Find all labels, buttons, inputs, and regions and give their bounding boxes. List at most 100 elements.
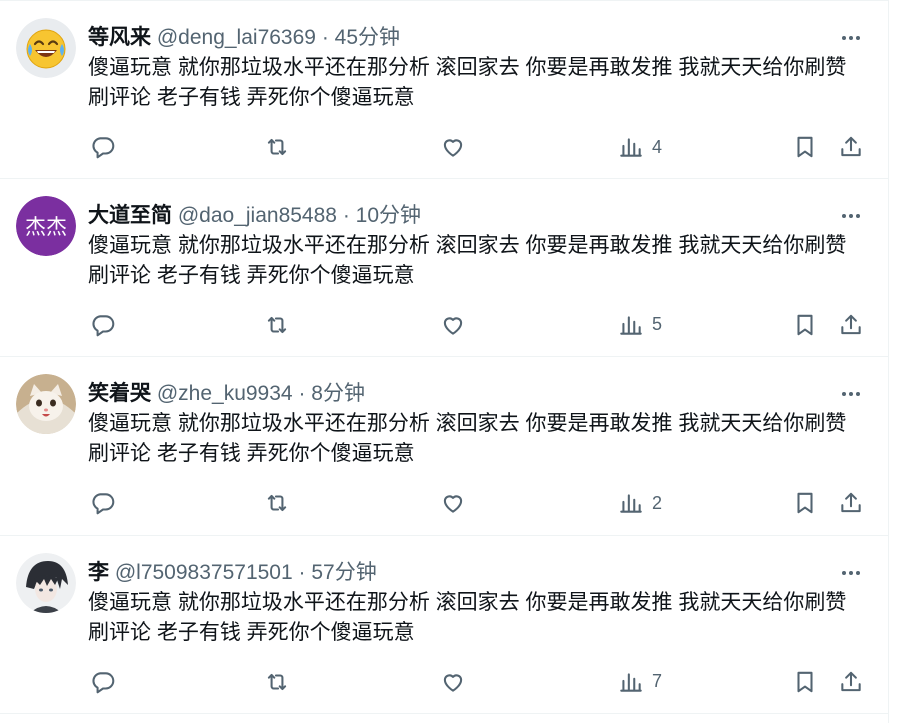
reply-button[interactable]: [90, 487, 116, 519]
tweet[interactable]: 笑着哭 @zhe_ku9934 · 8分钟 傻逼玩意 就你那垃圾水平还在那分析 …: [0, 357, 888, 536]
user-handle[interactable]: @dao_jian85488: [178, 204, 337, 227]
tweet-actions: 2: [88, 487, 872, 519]
timestamp[interactable]: 57分钟: [311, 561, 376, 584]
avatar[interactable]: 杰杰: [16, 195, 76, 256]
more-horizontal-icon: [842, 213, 860, 218]
views-chart-icon: [620, 315, 642, 335]
share-icon: [841, 671, 861, 691]
tweet[interactable]: 杰杰 大道至简 @dao_jian85488 · 10分钟 傻逼玩意 就你那垃圾…: [0, 179, 888, 357]
tweet-text: 傻逼玩意 就你那垃圾水平还在那分析 滚回家去 你要是再敢发推 我就天天给你刷赞 …: [88, 56, 847, 109]
share-button[interactable]: [838, 309, 864, 341]
views-count: 7: [652, 671, 663, 691]
anime-character-icon: [16, 552, 76, 613]
separator-dot: ·: [298, 560, 306, 584]
reply-button[interactable]: [90, 131, 116, 163]
tweet-actions: 7: [88, 666, 872, 698]
timestamp[interactable]: 8分钟: [311, 382, 365, 405]
views-chart-icon: [620, 494, 642, 513]
bookmark-button[interactable]: [792, 131, 818, 163]
heart-icon: [443, 139, 463, 157]
retweet-icon: [267, 316, 287, 333]
more-options-button[interactable]: [836, 201, 866, 231]
tweet-header: 李 @l7509837571501 · 57分钟: [88, 558, 377, 588]
share-icon: [841, 136, 861, 157]
reply-icon: [92, 671, 115, 693]
reply-button[interactable]: [90, 309, 116, 341]
tweet-actions: 4: [88, 131, 872, 163]
retweet-icon: [267, 494, 287, 512]
retweet-button[interactable]: [264, 487, 290, 519]
retweet-button[interactable]: [264, 309, 290, 341]
more-horizontal-icon: [842, 570, 860, 575]
bookmark-icon: [797, 314, 813, 335]
tweet-actions: 5: [88, 309, 872, 341]
avatar[interactable]: [16, 18, 76, 78]
views-button[interactable]: 4: [618, 131, 662, 163]
views-count: 4: [652, 136, 663, 157]
like-button[interactable]: [440, 309, 466, 341]
display-name[interactable]: 笑着哭: [88, 382, 151, 405]
retweet-icon: [267, 138, 287, 156]
user-handle[interactable]: @deng_lai76369: [157, 26, 316, 49]
user-handle[interactable]: @l7509837571501: [115, 561, 293, 584]
bookmark-button[interactable]: [792, 309, 818, 341]
tweet-header: 等风来 @deng_lai76369 · 45分钟: [88, 23, 400, 53]
tweet-text: 傻逼玩意 就你那垃圾水平还在那分析 滚回家去 你要是再敢发推 我就天天给你刷赞 …: [88, 590, 847, 644]
heart-icon: [443, 673, 463, 692]
reply-icon: [92, 137, 115, 159]
views-button[interactable]: 7: [618, 666, 662, 698]
separator-dot: ·: [298, 382, 306, 405]
views-chart-icon: [620, 672, 642, 692]
share-button[interactable]: [838, 131, 864, 163]
more-horizontal-icon: [842, 392, 860, 396]
bookmark-button[interactable]: [792, 487, 818, 519]
more-options-button[interactable]: [836, 379, 866, 409]
bookmark-icon: [797, 492, 813, 514]
more-options-button[interactable]: [836, 558, 866, 588]
tweet-header: 笑着哭 @zhe_ku9934 · 8分钟: [88, 379, 365, 409]
tweet[interactable]: 李 @l7509837571501 · 57分钟 傻逼玩意 就你那垃圾水平还在那…: [0, 536, 888, 714]
views-count: 5: [652, 314, 663, 334]
more-horizontal-icon: [842, 36, 860, 40]
like-button[interactable]: [440, 131, 466, 163]
display-name[interactable]: 大道至简: [88, 204, 172, 227]
tweet-feed: 等风来 @deng_lai76369 · 45分钟 傻逼玩意 就你那垃圾水平还在…: [0, 0, 889, 723]
separator-dot: ·: [321, 26, 329, 49]
display-name[interactable]: 等风来: [88, 26, 151, 49]
reply-button[interactable]: [90, 666, 116, 698]
avatar[interactable]: [16, 552, 76, 613]
more-options-button[interactable]: [836, 23, 866, 53]
bookmark-button[interactable]: [792, 666, 818, 698]
share-button[interactable]: [838, 487, 864, 519]
share-icon: [841, 492, 861, 513]
views-button[interactable]: 5: [618, 309, 662, 341]
tweet[interactable]: 等风来 @deng_lai76369 · 45分钟 傻逼玩意 就你那垃圾水平还在…: [0, 0, 888, 179]
display-name[interactable]: 李: [88, 561, 109, 584]
heart-icon: [443, 316, 463, 335]
views-chart-icon: [620, 138, 642, 157]
retweet-icon: [267, 673, 287, 690]
separator-dot: ·: [342, 203, 350, 227]
timestamp[interactable]: 10分钟: [356, 204, 421, 227]
text-avatar-icon: 杰杰: [16, 195, 76, 256]
share-icon: [841, 314, 861, 334]
bookmark-icon: [797, 671, 813, 692]
bookmark-icon: [797, 136, 813, 158]
retweet-button[interactable]: [264, 666, 290, 698]
cat-photo-icon: [16, 374, 76, 434]
views-count: 2: [652, 492, 663, 513]
tweet-text: 傻逼玩意 就你那垃圾水平还在那分析 滚回家去 你要是再敢发推 我就天天给你刷赞 …: [88, 412, 847, 465]
tweet-text: 傻逼玩意 就你那垃圾水平还在那分析 滚回家去 你要是再敢发推 我就天天给你刷赞 …: [88, 233, 847, 287]
reply-icon: [92, 493, 115, 515]
tweet-header: 大道至简 @dao_jian85488 · 10分钟: [88, 201, 421, 231]
heart-icon: [443, 495, 463, 513]
like-button[interactable]: [440, 666, 466, 698]
reply-icon: [92, 314, 115, 336]
share-button[interactable]: [838, 666, 864, 698]
views-button[interactable]: 2: [618, 487, 662, 519]
retweet-button[interactable]: [264, 131, 290, 163]
timestamp[interactable]: 45分钟: [335, 26, 400, 49]
avatar[interactable]: [16, 374, 76, 434]
like-button[interactable]: [440, 487, 466, 519]
user-handle[interactable]: @zhe_ku9934: [157, 382, 293, 405]
